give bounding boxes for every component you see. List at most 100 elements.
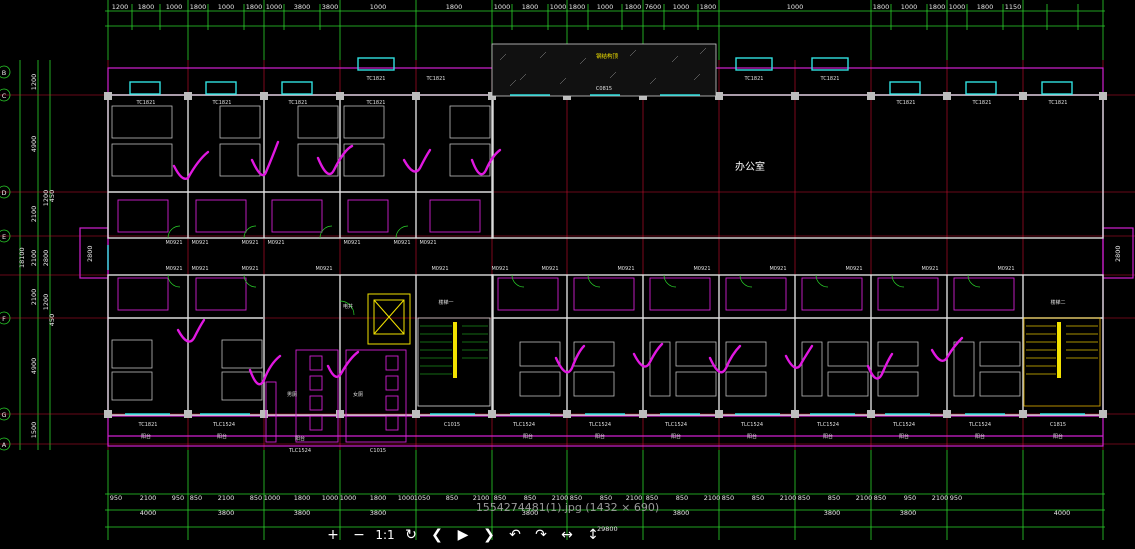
rotate-right-button[interactable]: ↷ [528, 524, 554, 546]
room-label: 阳台 [671, 433, 681, 440]
left-dimension-labels: 12004900210012004502100 28002100 120045049… [30, 74, 56, 439]
window-label: TC1821 [138, 422, 158, 428]
window-label: TC1821 [820, 76, 840, 82]
top-dim: 1000 [266, 3, 283, 11]
door-label: M0921 [165, 266, 182, 272]
room-label: 女厕 [353, 391, 363, 398]
door-label: M0921 [241, 266, 258, 272]
grid-label: F [2, 315, 6, 323]
top-dim: 1800 [873, 3, 890, 11]
room-label: 楼梯一 [438, 299, 453, 306]
room-labels: 男厕 女厕阳台 阳台 阳台 阳台 阳台 阳台 阳台 阳台 阳台 阳台 阳台 楼梯一 楼梯二电井 [141, 299, 1066, 442]
office-label: 办公室 [735, 160, 765, 173]
window-label: TC1821 [1048, 100, 1068, 106]
top-dim: 1000 [597, 3, 614, 11]
door-label: M0921 [617, 266, 634, 272]
image-caption: 1554274481(1).jpg (1432 × 690) [475, 501, 660, 514]
flip-horizontal-icon: ↔ [561, 527, 573, 543]
window-labels: TC1821 TC1821 TC1821 TC1821 TC1821 TC1821 C081… [136, 76, 1068, 454]
window-label: TLC1524 [288, 448, 311, 454]
top-dim: 1800 [977, 3, 994, 11]
window-label: TLC1524 [892, 422, 915, 428]
top-dim: 1800 [569, 3, 586, 11]
grid-label: E [2, 233, 6, 241]
door-label: M0921 [769, 266, 786, 272]
rotate-left-button[interactable]: ↶ [502, 524, 528, 546]
zoom-in-button[interactable]: + [320, 524, 346, 546]
flip-horizontal-button[interactable]: ↔ [554, 524, 580, 546]
room-label: 男厕 [287, 392, 297, 398]
rotate-right-icon: ↷ [535, 527, 547, 543]
door-label: M0921 [191, 240, 208, 246]
door-label: M0921 [343, 240, 360, 246]
top-dimension-labels: 1200 1800 1000 1800 1000 1800 1000 3800 3800 1000… [112, 3, 1022, 11]
room-label: 阳台 [217, 433, 227, 440]
grid-bubbles [0, 65, 11, 451]
top-dim: 1800 [522, 3, 539, 11]
room-label: 阳台 [975, 433, 985, 440]
next-button[interactable]: ❯ [476, 524, 502, 546]
top-dim: 1800 [625, 3, 642, 11]
grid-label: A [2, 441, 7, 449]
viewer-toolbar: + − 1:1 ↻ ❮ ▶ ❯ ↶ ↷ ↔ ↕ [320, 524, 606, 546]
image-viewer: 1200 1800 1000 1800 1000 1800 1000 3800 3800 1000… [0, 0, 1135, 549]
flip-vertical-button[interactable]: ↕ [580, 524, 606, 546]
room-label: 阳台 [747, 433, 757, 440]
top-dim: 7600 [645, 3, 662, 11]
columns [104, 92, 1107, 418]
room-label: 电井 [343, 303, 353, 310]
previous-button[interactable]: ❮ [424, 524, 450, 546]
door-label: M0921 [921, 266, 938, 272]
window-label: TC1821 [744, 76, 764, 82]
plus-icon: + [327, 527, 339, 543]
top-dim: 1800 [929, 3, 946, 11]
zoom-out-button[interactable]: − [346, 524, 372, 546]
room-label: 阳台 [141, 433, 151, 440]
window-label: TC1821 [288, 100, 308, 106]
window-label: TC1821 [136, 100, 156, 106]
door-label: M0921 [541, 266, 558, 272]
top-dim: 3800 [322, 3, 339, 11]
top-dim: 1000 [550, 3, 567, 11]
door-label: M0921 [267, 240, 284, 246]
left-dim: 2800 [42, 250, 50, 267]
reset-button[interactable]: ↻ [398, 524, 424, 546]
play-button[interactable]: ▶ [450, 524, 476, 546]
room-label: 阳台 [595, 433, 605, 440]
grid-label: B [2, 69, 6, 77]
window-label: TLC1524 [968, 422, 991, 428]
rotate-left-icon: ↶ [509, 527, 521, 543]
left-dim: 4900 [30, 136, 38, 153]
window-label: TC1821 [426, 76, 446, 82]
top-dim: 1800 [446, 3, 463, 11]
reset-icon: ↻ [405, 527, 417, 543]
room-label: 阳台 [1053, 433, 1063, 440]
top-dim: 1000 [166, 3, 183, 11]
grid-letter-labels: B C D E F G A [1, 69, 6, 449]
top-dim: 1000 [218, 3, 235, 11]
door-label: M0921 [191, 266, 208, 272]
door-labels: M0921 M0921 M0921 M0921 M0921 M0921 M0921 M0921… [165, 240, 1014, 272]
window-label: C0815 [596, 86, 612, 92]
top-dim: 3800 [294, 3, 311, 11]
top-dim: 1000 [494, 3, 511, 11]
window-label: TLC1524 [740, 422, 763, 428]
room-label: 阳台 [295, 435, 305, 442]
left-dim: 4900 [30, 358, 38, 375]
door-label: M0921 [431, 266, 448, 272]
beds [111, 105, 1021, 401]
top-dim: 1800 [700, 3, 717, 11]
window-label: C1815 [1050, 422, 1066, 428]
left-dim: 2100 [30, 206, 38, 223]
door-label: M0921 [315, 266, 332, 272]
door-label: M0921 [165, 240, 182, 246]
actual-size-button[interactable]: 1:1 [372, 524, 398, 546]
top-dim: 1000 [787, 3, 804, 11]
floor-plan-drawing: 1200 1800 1000 1800 1000 1800 1000 3800 3800 1000… [0, 0, 1135, 540]
left-dim: 1200 [30, 74, 38, 91]
room-label: 阳台 [523, 433, 533, 440]
window-label: TC1821 [896, 100, 916, 106]
chevron-right-icon: ❯ [483, 527, 495, 543]
window-label: TC1821 [366, 76, 386, 82]
chevron-left-icon: ❮ [431, 527, 443, 543]
